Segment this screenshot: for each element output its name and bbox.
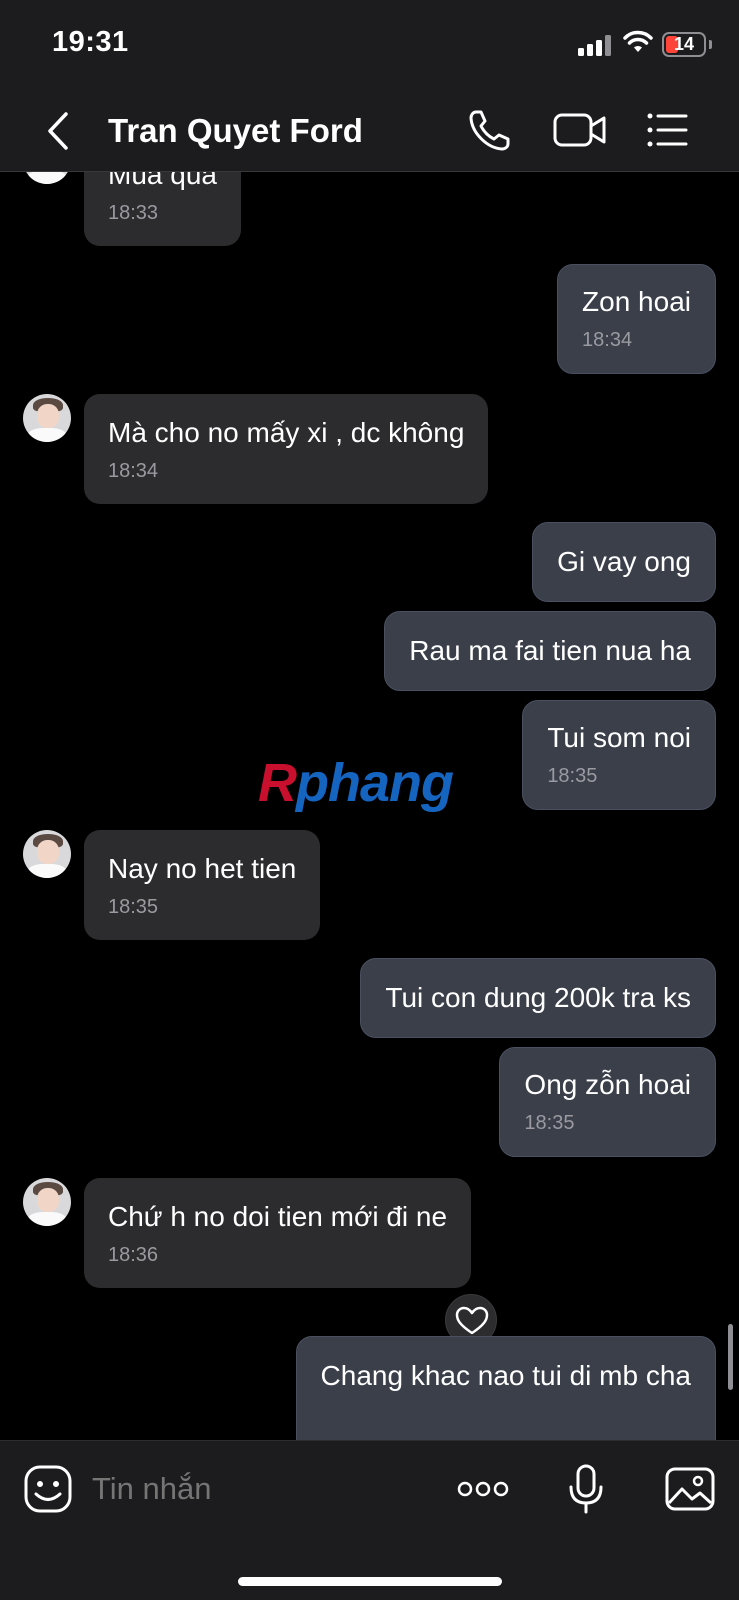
message-bubble-outgoing[interactable]: Gi vay ong — [532, 522, 716, 602]
list-menu-icon[interactable] — [644, 106, 692, 154]
contact-avatar[interactable] — [23, 830, 71, 878]
microphone-icon[interactable] — [560, 1463, 612, 1515]
phone-icon[interactable] — [466, 106, 514, 154]
contact-name[interactable]: Tran Quyet Ford — [108, 112, 363, 150]
image-gallery-icon[interactable] — [664, 1463, 716, 1515]
message-time: 18:35 — [524, 1112, 575, 1134]
message-bubble-incoming[interactable]: Nay no het tien 18:35 — [84, 830, 321, 940]
battery-icon: 14 — [662, 32, 706, 57]
scrollbar[interactable] — [728, 1324, 733, 1390]
sticker-emoji-icon[interactable] — [22, 1463, 74, 1515]
message-text: Tui con dung 200k tra ks — [385, 982, 691, 1013]
contact-avatar[interactable] — [23, 1178, 71, 1226]
wifi-icon — [623, 30, 653, 52]
message-list[interactable]: Mua qua 18:33 Zon hoai 18:34 Mà cho no m… — [0, 172, 739, 1440]
message-bubble-outgoing[interactable]: Tui con dung 200k tra ks — [360, 958, 716, 1038]
message-time: 18:35 — [547, 765, 598, 787]
message-text: Tui som noi — [547, 722, 691, 753]
message-input-bar — [0, 1440, 739, 1600]
message-time: 18:36 — [108, 1244, 159, 1266]
message-text: Chang khac nao tui di mb cha — [320, 1360, 691, 1391]
status-bar: 19:31 14 — [0, 0, 739, 90]
message-text: Zon hoai — [582, 286, 691, 317]
message-text: Nay no het tien — [108, 853, 297, 884]
contact-avatar[interactable] — [23, 394, 71, 442]
message-time: 18:34 — [108, 460, 159, 482]
message-time: 18:33 — [108, 202, 159, 224]
message-bubble-outgoing[interactable]: Ong zỗn hoai 18:35 — [499, 1047, 716, 1157]
message-text: Rau ma fai tien nua ha — [409, 635, 691, 666]
message-bubble-outgoing[interactable]: Tui som noi 18:35 — [522, 700, 716, 810]
battery-level: 14 — [673, 34, 695, 54]
message-text: Ong zỗn hoai — [524, 1069, 691, 1100]
cellular-signal-icon — [578, 34, 614, 56]
message-bubble-incoming[interactable]: Chứ h no doi tien mới đi ne 18:36 — [84, 1178, 472, 1288]
video-camera-icon[interactable] — [552, 106, 608, 154]
message-bubble-outgoing[interactable]: Chang khac nao tui di mb cha — [295, 1336, 716, 1440]
message-text: Gi vay ong — [557, 546, 691, 577]
chat-header: Tran Quyet Ford — [0, 90, 739, 172]
message-bubble-incoming[interactable]: Mà cho no mấy xi , dc không 18:34 — [84, 394, 489, 504]
message-time: 18:35 — [108, 896, 159, 918]
message-bubble-incoming[interactable]: Mua qua 18:33 — [84, 172, 241, 246]
home-indicator[interactable] — [238, 1577, 502, 1586]
battery-tip — [709, 40, 712, 49]
message-bubble-outgoing[interactable]: Rau ma fai tien nua ha — [384, 611, 716, 691]
back-arrow-icon[interactable] — [40, 108, 80, 154]
message-bubble-outgoing[interactable]: Zon hoai 18:34 — [557, 264, 716, 374]
watermark-logo: Rphang — [258, 753, 454, 813]
status-time: 19:31 — [52, 26, 129, 58]
message-text: Chứ h no doi tien mới đi ne — [108, 1201, 448, 1232]
message-input[interactable] — [92, 1467, 432, 1511]
message-text: Mà cho no mấy xi , dc không — [108, 417, 465, 448]
message-time: 18:34 — [582, 329, 633, 351]
more-options-icon[interactable] — [455, 1463, 511, 1515]
message-text: Mua qua — [108, 172, 217, 190]
contact-avatar[interactable] — [23, 172, 71, 184]
